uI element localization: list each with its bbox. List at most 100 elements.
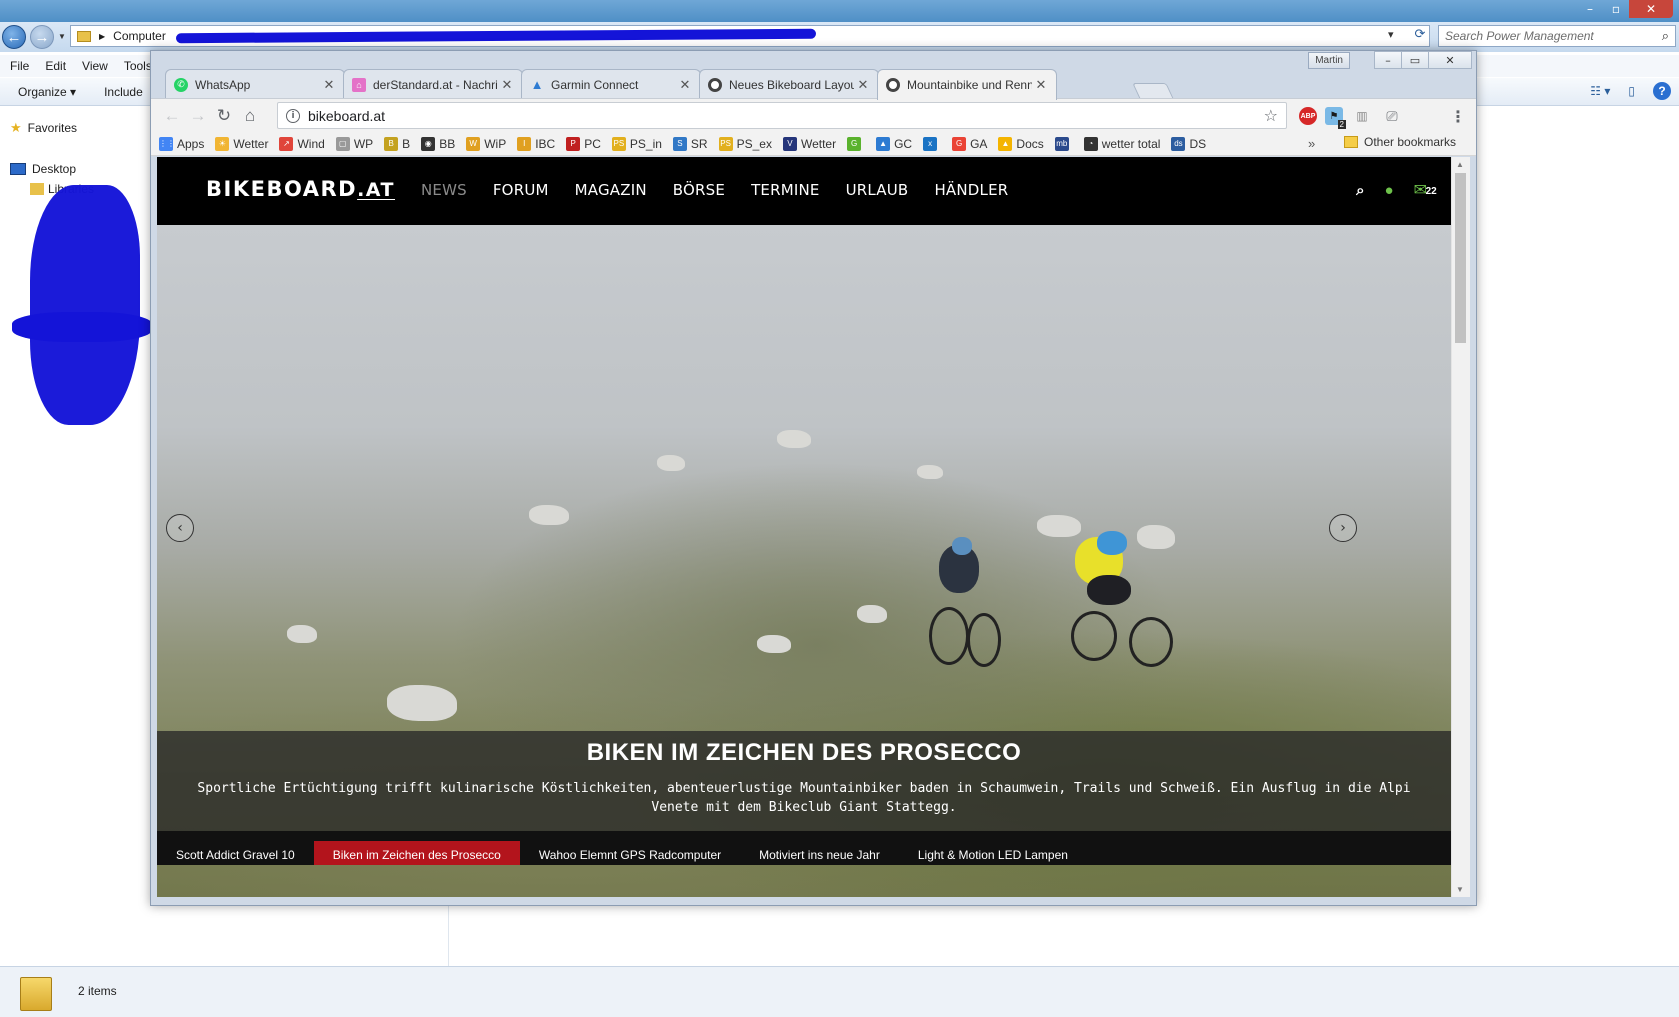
bookmark-item[interactable]: x [923,136,941,151]
search-icon[interactable]: ⌕ [1356,182,1364,199]
wheel-shape [1129,617,1173,667]
maximize-button[interactable]: ▫ [1603,0,1629,18]
back-icon[interactable]: ← [161,105,183,127]
slide-tab[interactable]: Wahoo Elemnt GPS Radcomputer [520,841,740,865]
site-nav-item[interactable]: HÄNDLER [934,181,1008,199]
tab-whatsapp[interactable]: ✆ WhatsApp ✕ [165,69,345,99]
menu-view[interactable]: View [82,59,108,73]
preview-pane-icon[interactable]: ▯ [1628,84,1635,98]
chart-extension-icon[interactable]: ▥ [1353,107,1371,125]
bookmark-item[interactable]: ▢ WP [335,136,373,151]
refresh-icon[interactable]: ⟳ [1408,26,1432,46]
address-dropdown-icon[interactable]: ▾ [1388,28,1394,41]
bookmark-item[interactable]: BB [384,136,410,151]
tab-garmin-connect[interactable]: ▲ Garmin Connect ✕ [521,69,701,99]
slider-prev-button[interactable]: ‹ [166,514,194,542]
site-nav-item[interactable]: URLAUB [846,181,909,199]
bookmark-item[interactable]: PS PS_ex [718,136,772,151]
bookmark-favicon-icon: ◉ [421,136,436,151]
tab-derstandard[interactable]: ⌂ derStandard.at - Nachrichten ✕ [343,69,523,99]
minimize-button[interactable]: – [1577,0,1603,18]
tab-bikeboard-layout[interactable]: Neues Bikeboard Layout ✕ [699,69,879,99]
bookmark-favicon-icon: PS [718,136,733,151]
bookmark-label: Wetter [800,136,837,151]
bookmark-item[interactable]: mb [1054,136,1073,151]
search-input[interactable]: Search Power Management ⌕ [1438,25,1676,47]
bookmarks-more-icon[interactable]: » [1308,136,1315,151]
slider-next-button[interactable]: › [1329,514,1357,542]
bookmark-item[interactable]: ☀ Wetter [215,136,268,151]
reload-icon[interactable]: ↻ [213,105,235,127]
history-dropdown-icon[interactable]: ▼ [58,32,66,41]
forward-arrow-icon[interactable]: → [30,25,54,49]
hero-title[interactable]: BIKEN IM ZEICHEN DES PROSECCO [157,739,1451,767]
bookmark-item[interactable]: G GA [952,136,987,151]
close-tab-icon[interactable]: ✕ [498,77,516,93]
bookmark-item[interactable]: ▲ GC [876,136,912,151]
search-icon[interactable]: ⌕ [1662,28,1669,44]
bookmark-item[interactable]: ↗ Wind [279,136,325,151]
hero-image: ‹ › BIKEN IM ZEICHEN DES PROSECCO Sportl… [157,225,1451,897]
site-nav-item[interactable]: TERMINE [751,181,820,199]
bookmark-item[interactable]: P PC [566,136,601,151]
scrollbar-thumb[interactable] [1455,173,1466,343]
site-nav-item[interactable]: BÖRSE [673,181,725,199]
extension-icon[interactable]: ⚑ 2 [1325,107,1346,129]
menu-tools[interactable]: Tools [124,59,152,73]
site-nav-item[interactable]: FORUM [493,181,549,199]
menu-icon[interactable]: ⋮ [1450,107,1466,127]
site-nav-item[interactable]: MAGAZIN [575,181,647,199]
menu-file[interactable]: File [10,59,29,73]
adblock-plus-icon[interactable]: ABP [1299,107,1317,125]
site-logo[interactable]: BIKEBOARD.AT [206,177,395,201]
new-tab-button[interactable] [1132,83,1174,99]
url-bar[interactable]: i bikeboard.at ☆ [277,102,1287,129]
nav-favorites[interactable]: ★ Favorites [10,120,77,136]
close-button[interactable]: ✕ [1629,0,1673,18]
cast-icon[interactable]: ⎚ [1383,107,1401,125]
bookmark-item[interactable]: ds DS [1171,136,1206,151]
slide-tab[interactable]: Light & Motion LED Lampen [899,841,1087,865]
site-info-icon[interactable]: i [286,108,300,123]
bookmark-item[interactable]: ◔ wetter total [1083,136,1160,151]
url-text[interactable]: bikeboard.at [308,108,385,124]
scroll-up-icon[interactable]: ▲ [1456,160,1464,169]
help-icon[interactable]: ? [1653,82,1671,100]
scroll-down-icon[interactable]: ▼ [1456,885,1464,894]
bookmark-item[interactable]: PS PS_in [611,136,662,151]
bookmark-item[interactable]: G [847,136,865,151]
bookmark-star-icon[interactable]: ☆ [1264,106,1278,126]
view-options-icon[interactable]: ☷ ▾ [1590,84,1610,98]
menu-edit[interactable]: Edit [45,59,66,73]
breadcrumb-arrow-icon[interactable]: ▶ [99,32,105,41]
bookmark-item[interactable]: I IBC [517,136,555,151]
close-tab-icon[interactable]: ✕ [1032,77,1050,93]
user-icon[interactable]: ● [1385,182,1394,199]
close-tab-icon[interactable]: ✕ [676,77,694,93]
bookmark-item[interactable]: ◉ BB [421,136,455,151]
redaction-scribble [30,185,140,425]
slide-tab[interactable]: Motiviert ins neue Jahr [740,841,899,865]
page-scrollbar[interactable]: ▲ ▼ [1451,157,1470,897]
organize-button[interactable]: Organize ▾ [18,85,76,99]
home-icon[interactable]: ⌂ [239,105,261,127]
bookmark-item[interactable]: S SR [672,136,708,151]
include-button[interactable]: Include [104,85,143,99]
forward-icon[interactable]: → [187,105,209,127]
slide-tab[interactable]: Scott Addict Gravel 10 [157,841,314,865]
bookmark-item[interactable]: V Wetter [782,136,837,151]
other-bookmarks[interactable]: Other bookmarks [1344,135,1456,149]
back-arrow-icon[interactable]: ← [2,25,26,49]
breadcrumb-computer[interactable]: Computer [113,29,166,43]
bookmark-item[interactable]: ⋮⋮ Apps [159,136,204,151]
bookmark-item[interactable]: ▲ Docs [998,136,1044,151]
bookmark-item[interactable]: W WiP [466,136,506,151]
mail-icon[interactable]: ✉ 22 [1414,180,1437,200]
close-tab-icon[interactable]: ✕ [320,77,338,93]
tab-mountainbike[interactable]: Mountainbike und Rennrad ✕ [877,69,1057,100]
slide-tab[interactable]: Biken im Zeichen des Prosecco [313,841,520,865]
address-bar[interactable]: ▶ Computer [70,25,1430,47]
close-tab-icon[interactable]: ✕ [854,77,872,93]
site-nav-item[interactable]: NEWS [421,181,467,199]
nav-desktop[interactable]: Desktop [10,162,76,176]
